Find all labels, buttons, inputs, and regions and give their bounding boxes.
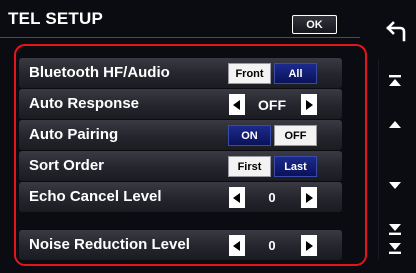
scroll-track <box>378 59 379 259</box>
scroll-to-top-icon[interactable] <box>386 72 404 90</box>
scroll-to-bottom-icon[interactable] <box>386 220 404 238</box>
scroll-down-icon[interactable] <box>386 176 404 194</box>
ok-button[interactable]: OK <box>292 15 337 34</box>
page-title: TEL SETUP <box>8 9 104 28</box>
tel-setup-screen: TEL SETUP OK Bluetooth HF/Audio Front Al… <box>0 0 416 273</box>
highlight-frame <box>14 44 367 266</box>
header-divider <box>0 37 360 38</box>
scroll-up-icon[interactable] <box>386 115 404 133</box>
scroll-bottom-indicator-icon <box>389 243 401 254</box>
back-arrow-icon[interactable] <box>380 16 410 44</box>
